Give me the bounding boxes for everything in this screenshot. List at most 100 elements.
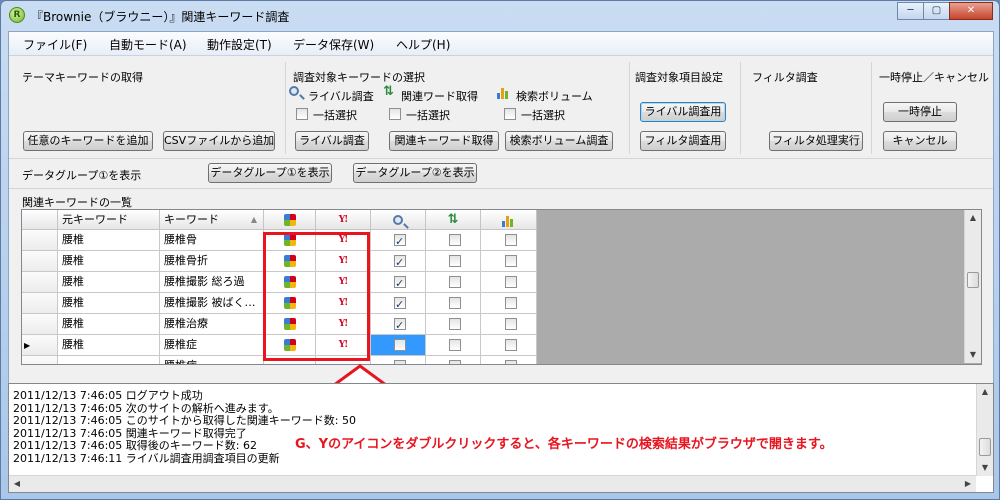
cell-rival-check[interactable] xyxy=(371,335,426,356)
related-bulk-checkbox[interactable] xyxy=(389,108,401,120)
rival-checkbox[interactable] xyxy=(394,316,406,334)
cell-source-keyword[interactable]: 腰椎 xyxy=(58,230,160,251)
row-header[interactable] xyxy=(22,251,58,272)
cell-rival-check[interactable] xyxy=(371,230,426,251)
cell-related-check[interactable] xyxy=(426,272,481,293)
menu-file[interactable]: ファイル(F) xyxy=(23,36,87,53)
column-header-google[interactable] xyxy=(264,210,316,230)
rival-settings-button[interactable]: ライバル調査用 xyxy=(640,102,726,122)
cell-related-check[interactable] xyxy=(426,314,481,335)
cell-source-keyword[interactable]: 腰椎 xyxy=(58,335,160,356)
scroll-left-icon[interactable]: ◀ xyxy=(9,476,25,492)
row-header[interactable]: ▶ xyxy=(22,335,58,356)
grid-vertical-scrollbar[interactable]: ▲ ▼ xyxy=(964,210,981,363)
menu-auto-mode[interactable]: 自動モード(A) xyxy=(109,36,187,53)
volume-checkbox[interactable] xyxy=(504,234,517,246)
scroll-down-icon[interactable]: ▼ xyxy=(977,460,993,476)
cell-source-keyword[interactable]: 腰椎 xyxy=(58,293,160,314)
cancel-button[interactable]: キャンセル xyxy=(883,131,957,151)
cell-volume-check[interactable] xyxy=(481,356,537,364)
cell-keyword[interactable]: 腰椎病 xyxy=(160,356,264,364)
rival-checkbox[interactable] xyxy=(394,232,406,250)
cell-volume-check[interactable] xyxy=(481,251,537,272)
scroll-thumb[interactable] xyxy=(979,438,991,456)
scroll-up-icon[interactable]: ▲ xyxy=(965,210,981,226)
cell-keyword[interactable]: 腰椎骨 xyxy=(160,230,264,251)
cell-rival-check[interactable] xyxy=(371,272,426,293)
cell-volume-check[interactable] xyxy=(481,230,537,251)
menu-operation-settings[interactable]: 動作設定(T) xyxy=(207,36,272,53)
cell-related-check[interactable] xyxy=(426,230,481,251)
column-header-rival[interactable] xyxy=(371,210,426,230)
scroll-right-icon[interactable]: ▶ xyxy=(960,476,976,492)
row-header[interactable] xyxy=(22,272,58,293)
log-pane[interactable]: 2011/12/13 7:46:05 ログアウト成功 2011/12/13 7:4… xyxy=(8,383,994,493)
related-checkbox[interactable] xyxy=(449,276,461,288)
pause-button[interactable]: 一時停止 xyxy=(883,102,957,122)
cell-related-check[interactable] xyxy=(426,356,481,364)
rival-research-button[interactable]: ライバル調査 xyxy=(295,131,369,151)
datagroup-2-button[interactable]: データグループ②を表示 xyxy=(353,163,477,183)
row-header[interactable] xyxy=(22,356,58,364)
log-vertical-scrollbar[interactable]: ▲ ▼ xyxy=(976,384,993,476)
cell-keyword[interactable]: 腰椎治療 xyxy=(160,314,264,335)
volume-checkbox[interactable] xyxy=(504,360,517,364)
related-checkbox[interactable] xyxy=(449,339,461,351)
cell-source-keyword[interactable] xyxy=(58,356,160,364)
column-header-yahoo[interactable]: Y! xyxy=(316,210,371,230)
volume-checkbox[interactable] xyxy=(504,276,517,288)
rival-checkbox[interactable] xyxy=(394,339,406,351)
related-checkbox[interactable] xyxy=(449,318,461,330)
volume-checkbox[interactable] xyxy=(504,297,517,309)
column-header-related[interactable]: ⇅ xyxy=(426,210,481,230)
cell-related-check[interactable] xyxy=(426,251,481,272)
row-header[interactable] xyxy=(22,293,58,314)
rival-checkbox[interactable] xyxy=(394,274,406,292)
menu-data-save[interactable]: データ保存(W) xyxy=(293,36,374,53)
keyword-grid[interactable]: 元キーワード キーワード▲ Y! ⇅ 腰椎腰椎骨Y!腰椎腰椎骨折Y!腰椎腰椎撮影… xyxy=(21,209,982,365)
search-volume-button[interactable]: 検索ボリューム調査 xyxy=(505,131,613,151)
related-checkbox[interactable] xyxy=(449,360,461,364)
log-horizontal-scrollbar[interactable]: ◀ ▶ xyxy=(9,475,976,492)
cell-volume-check[interactable] xyxy=(481,314,537,335)
close-button[interactable]: ✕ xyxy=(949,2,993,20)
column-header-volume[interactable] xyxy=(481,210,537,230)
menu-help[interactable]: ヘルプ(H) xyxy=(396,36,450,53)
filter-settings-button[interactable]: フィルタ調査用 xyxy=(640,131,726,151)
add-keyword-button[interactable]: 任意のキーワードを追加 xyxy=(23,131,153,151)
column-header-keyword[interactable]: キーワード ▲ xyxy=(160,210,264,230)
cell-rival-check[interactable] xyxy=(371,314,426,335)
row-header[interactable] xyxy=(22,230,58,251)
column-header-source[interactable]: 元キーワード xyxy=(58,210,160,230)
title-bar[interactable]: R 『Brownie（ブラウニー）』関連キーワード調査 ─ ▢ ✕ xyxy=(1,1,999,29)
related-checkbox[interactable] xyxy=(449,297,461,309)
related-keyword-button[interactable]: 関連キーワード取得 xyxy=(389,131,499,151)
scroll-down-icon[interactable]: ▼ xyxy=(965,347,981,363)
cell-volume-check[interactable] xyxy=(481,335,537,356)
cell-volume-check[interactable] xyxy=(481,272,537,293)
volume-checkbox[interactable] xyxy=(504,255,517,267)
cell-related-check[interactable] xyxy=(426,293,481,314)
volume-checkbox[interactable] xyxy=(504,318,517,330)
add-from-csv-button[interactable]: CSVファイルから追加 xyxy=(163,131,275,151)
filter-run-button[interactable]: フィルタ処理実行 xyxy=(769,131,863,151)
cell-rival-check[interactable] xyxy=(371,293,426,314)
row-header[interactable] xyxy=(22,314,58,335)
rival-checkbox[interactable] xyxy=(394,295,406,313)
cell-keyword[interactable]: 腰椎撮影 被ばく… xyxy=(160,293,264,314)
scroll-up-icon[interactable]: ▲ xyxy=(977,384,993,400)
rival-checkbox[interactable] xyxy=(394,253,406,271)
related-checkbox[interactable] xyxy=(449,255,461,267)
maximize-button[interactable]: ▢ xyxy=(923,2,950,20)
cell-source-keyword[interactable]: 腰椎 xyxy=(58,272,160,293)
cell-source-keyword[interactable]: 腰椎 xyxy=(58,251,160,272)
datagroup-1-button[interactable]: データグループ①を表示 xyxy=(208,163,332,183)
cell-volume-check[interactable] xyxy=(481,293,537,314)
rival-checkbox[interactable] xyxy=(394,360,406,364)
cell-keyword[interactable]: 腰椎撮影 総ろ過 xyxy=(160,272,264,293)
cell-source-keyword[interactable]: 腰椎 xyxy=(58,314,160,335)
cell-related-check[interactable] xyxy=(426,335,481,356)
volume-checkbox[interactable] xyxy=(504,339,517,351)
related-checkbox[interactable] xyxy=(449,234,461,246)
scroll-thumb[interactable] xyxy=(967,272,979,288)
